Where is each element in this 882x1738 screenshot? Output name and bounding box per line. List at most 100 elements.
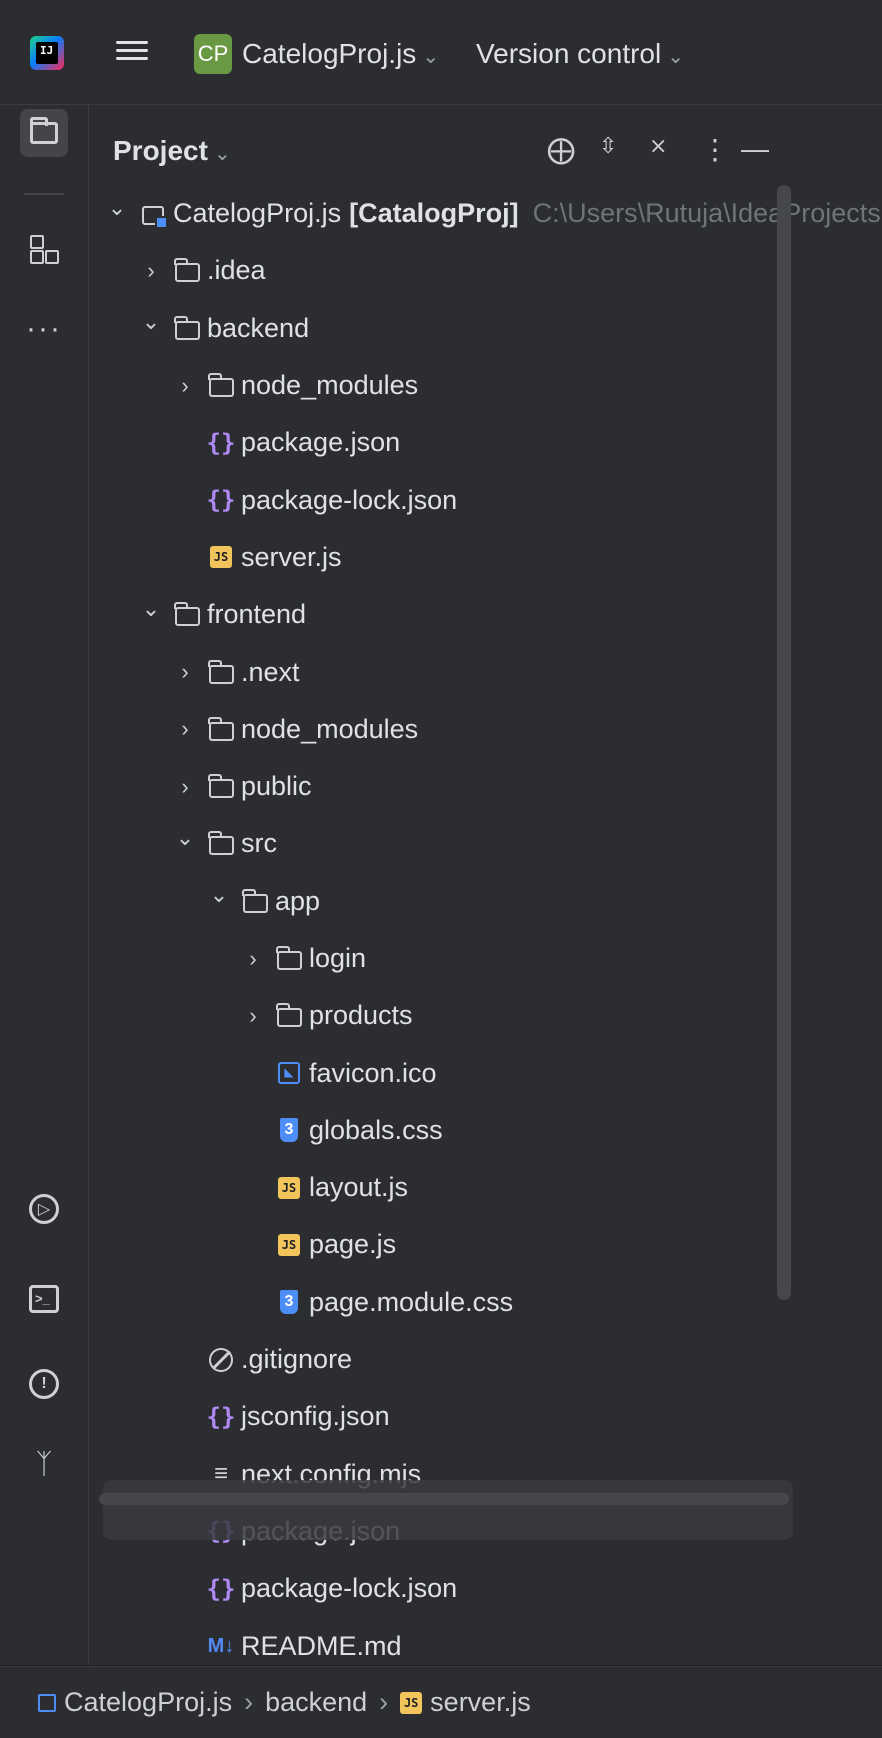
json-file-icon: {} xyxy=(206,1574,236,1603)
folder-icon xyxy=(30,117,58,144)
chevron-right-icon[interactable]: › xyxy=(241,946,265,972)
chevron-right-icon[interactable]: › xyxy=(139,258,163,284)
chevron-down-icon[interactable]: ⌄ xyxy=(139,309,163,335)
module-icon xyxy=(139,202,168,230)
git-branch-icon: ᛉ xyxy=(35,1448,53,1479)
project-selector[interactable]: CatelogProj.js ⌄ xyxy=(242,38,439,70)
locate-file-icon[interactable]: ⨁ xyxy=(547,133,575,169)
tool-window-strip: ··· ▷ >_ ! ᛉ xyxy=(0,105,89,1665)
tree-item[interactable]: › products xyxy=(89,987,882,1044)
tree-item[interactable]: › .idea xyxy=(89,242,882,299)
tree-item[interactable]: › login xyxy=(89,930,882,987)
project-badge[interactable]: CP xyxy=(194,34,232,74)
chevron-right-icon[interactable]: › xyxy=(241,1003,265,1029)
tree-item[interactable]: ◣ favicon.ico xyxy=(89,1044,882,1101)
ide-logo-icon[interactable]: IJ xyxy=(30,36,64,70)
chevron-down-icon[interactable]: ⌄ xyxy=(105,195,129,221)
tree-item[interactable]: ⌄ app xyxy=(89,873,882,930)
horizontal-scrollbar[interactable] xyxy=(99,1493,789,1505)
tree-item[interactable]: {} jsconfig.json xyxy=(89,1388,882,1445)
tree-item[interactable]: › public xyxy=(89,758,882,815)
chevron-down-icon[interactable]: ⌄ xyxy=(139,596,163,622)
tree-item-label: package-lock.json xyxy=(241,484,458,515)
chevron-right-icon[interactable]: › xyxy=(173,716,197,742)
tree-item[interactable]: {}package.json xyxy=(89,414,882,471)
tree-item-label: node_modules xyxy=(241,713,419,744)
tree-item[interactable]: ⌄ frontend xyxy=(89,586,882,643)
chevron-down-icon[interactable]: ⌄ xyxy=(173,825,197,851)
chevron-down-icon[interactable]: ⌄ xyxy=(207,882,231,908)
project-path-label: C:\Users\Rutuja\IdeaProjects xyxy=(532,198,881,229)
terminal-tool-button[interactable]: >_ xyxy=(20,1275,68,1323)
navigation-bar: CatelogProj.js › backend › JS server.js xyxy=(0,1666,882,1738)
tree-item[interactable]: ⌄ CatelogProj.js [CatalogProj] C:\Users\Rut… xyxy=(89,185,882,242)
version-control-label: Version control xyxy=(476,38,662,69)
tree-item[interactable]: JS page.js xyxy=(89,1216,882,1273)
folder-icon xyxy=(241,888,269,913)
hide-panel-icon[interactable]: — xyxy=(741,133,769,169)
breadcrumb-separator-icon: › xyxy=(244,1687,254,1717)
collapse-all-icon[interactable]: ⨯ xyxy=(649,133,667,169)
tree-overlay xyxy=(103,1480,793,1540)
tree-item-label: page.module.css xyxy=(309,1286,514,1317)
ignore-file-icon xyxy=(207,1347,235,1372)
json-file-icon: {} xyxy=(206,486,236,515)
js-file-icon: JS xyxy=(207,545,235,569)
folder-icon xyxy=(275,1003,303,1028)
chevron-right-icon[interactable]: › xyxy=(173,774,197,800)
tree-item[interactable]: {} package-lock.json xyxy=(89,471,882,528)
project-panel-title: Project xyxy=(113,135,208,166)
run-icon: ▷ xyxy=(29,1194,59,1224)
problems-tool-button[interactable]: ! xyxy=(20,1360,68,1408)
chevron-right-icon[interactable]: › xyxy=(173,659,197,685)
tree-item[interactable]: JS layout.js xyxy=(89,1159,882,1216)
structure-tool-button[interactable] xyxy=(20,225,68,273)
main-menu-icon[interactable] xyxy=(116,36,148,68)
tree-item-label: jsconfig.json xyxy=(241,1401,390,1432)
tree-item[interactable]: .gitignore xyxy=(89,1331,882,1388)
folder-icon xyxy=(207,373,235,398)
tree-item[interactable]: › .next xyxy=(89,643,882,700)
js-file-icon: JS xyxy=(400,1691,423,1714)
vertical-scrollbar[interactable] xyxy=(777,185,791,1300)
tree-item[interactable]: 3 globals.css xyxy=(89,1102,882,1159)
tree-item-label: README.md xyxy=(241,1630,402,1661)
json-file-icon: {} xyxy=(206,428,236,457)
git-tool-button[interactable]: ᛉ xyxy=(20,1440,68,1488)
more-dots-icon: ··· xyxy=(26,312,62,345)
css-file-icon: 3 xyxy=(275,1118,303,1143)
breadcrumb-file[interactable]: server.js xyxy=(430,1687,531,1718)
tree-item[interactable]: ⌄ backend xyxy=(89,300,882,357)
folder-icon xyxy=(207,831,235,856)
tree-item-label: frontend xyxy=(207,599,307,630)
version-control-menu[interactable]: Version control ⌄ xyxy=(476,38,684,70)
chevron-down-icon: ⌄ xyxy=(667,46,684,68)
structure-icon xyxy=(30,235,59,264)
tree-item-label: .idea xyxy=(207,255,266,286)
tree-item[interactable]: {} package-lock.json xyxy=(89,1560,882,1617)
tree-item[interactable]: › node_modules xyxy=(89,701,882,758)
breadcrumb-project[interactable]: CatelogProj.js xyxy=(64,1687,232,1718)
expand-all-icon[interactable]: ⇳ xyxy=(599,133,617,169)
tree-item[interactable]: 3 page.module.css xyxy=(89,1274,882,1331)
project-tool-button[interactable] xyxy=(20,109,68,157)
project-panel-header[interactable]: Project ⌄ xyxy=(113,135,231,167)
tree-item[interactable]: › node_modules xyxy=(89,357,882,414)
title-bar: IJ CP CatelogProj.js ⌄ Version control ⌄ xyxy=(0,0,882,105)
module-icon xyxy=(38,1693,56,1712)
breadcrumb-folder[interactable]: backend xyxy=(265,1687,367,1718)
tree-item-label: public xyxy=(241,771,312,802)
tree-item-label: src xyxy=(241,828,277,859)
options-menu-icon[interactable]: ⋮ xyxy=(701,133,729,169)
more-tools-button[interactable]: ··· xyxy=(20,305,68,353)
image-file-icon: ◣ xyxy=(275,1061,303,1085)
run-tool-button[interactable]: ▷ xyxy=(20,1185,68,1233)
tree-item-label: page.js xyxy=(309,1229,397,1260)
tree-item-label: backend xyxy=(207,312,310,343)
tree-item-label: favicon.ico xyxy=(309,1057,437,1088)
tree-item[interactable]: JS server.js xyxy=(89,529,882,586)
tree-item-label: .gitignore xyxy=(241,1344,353,1375)
tree-item-label: products xyxy=(309,1000,413,1031)
chevron-right-icon[interactable]: › xyxy=(173,373,197,399)
tree-item[interactable]: ⌄ src xyxy=(89,815,882,872)
